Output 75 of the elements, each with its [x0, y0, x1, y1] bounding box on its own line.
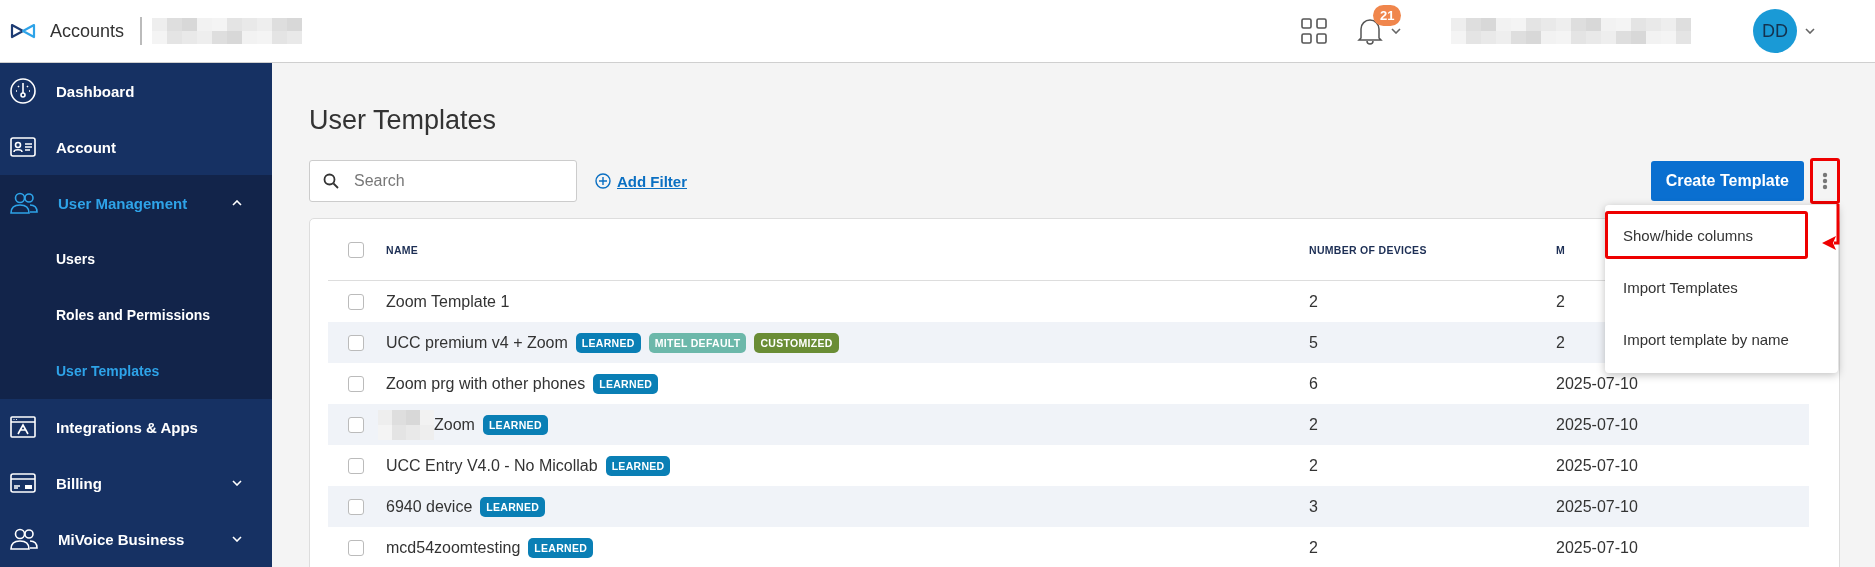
row-checkbox[interactable]: [348, 293, 364, 310]
id-card-icon: [10, 137, 36, 157]
plus-circle-icon: [595, 173, 611, 189]
nav-subitem[interactable]: Roles and Permissions: [0, 287, 272, 343]
create-template-button[interactable]: Create Template: [1650, 161, 1804, 201]
table-cell: 2025-07-10: [1556, 456, 1638, 475]
chevron-icon: [1805, 28, 1815, 34]
status-tag: CUSTOMIZED: [754, 332, 839, 353]
row-checkbox[interactable]: [348, 375, 364, 392]
template-name: UCC Entry V4.0 - No Micollab: [386, 456, 598, 475]
status-tag: MITEL DEFAULT: [648, 332, 747, 353]
template-name: Zoom prg with other phones: [386, 374, 586, 393]
table-cell: 2: [1556, 333, 1565, 352]
annotation-arrow: [1822, 204, 1840, 251]
device-count: 2: [1309, 538, 1318, 557]
more-options-button[interactable]: [1810, 158, 1840, 204]
search-icon: [323, 173, 339, 189]
nav-item[interactable]: User Management: [0, 175, 272, 231]
row-checkbox[interactable]: [348, 498, 364, 515]
status-tag: LEARNED: [605, 455, 671, 476]
add-filter-link[interactable]: Add Filter: [595, 172, 687, 190]
template-name: UCC premium v4 + Zoom: [386, 333, 568, 352]
status-tag: LEARNED: [482, 414, 548, 435]
column-header: NAME: [386, 243, 420, 256]
template-name: Zoom Template 1: [386, 292, 510, 311]
template-name: 6940 device: [386, 497, 473, 516]
menu-item[interactable]: Import Templates: [1605, 263, 1808, 311]
notification-count: 21: [1373, 5, 1402, 26]
device-count: 6: [1309, 374, 1318, 393]
users-icon: [10, 528, 38, 550]
template-name: Zoom: [434, 415, 475, 434]
status-tag: LEARNED: [575, 332, 641, 353]
device-count: 5: [1309, 333, 1318, 352]
nav-item[interactable]: Billing: [0, 455, 272, 511]
logo-icon: [10, 23, 36, 39]
row-checkbox[interactable]: [348, 457, 364, 474]
select-all-checkbox[interactable]: [348, 241, 364, 258]
app-name: Accounts: [50, 20, 125, 42]
device-count: 2: [1309, 415, 1318, 434]
nav-item[interactable]: MiVoice Business: [0, 511, 272, 567]
device-count: 2: [1309, 292, 1318, 311]
nav-item[interactable]: Integrations & Apps: [0, 399, 272, 455]
menu-item[interactable]: Show/hide columns: [1605, 211, 1808, 259]
table-cell: 2025-07-10: [1556, 538, 1638, 557]
status-tag: LEARNED: [593, 373, 659, 394]
status-tag: LEARNED: [528, 537, 594, 558]
nav-subitem[interactable]: User Templates: [0, 343, 272, 399]
row-checkbox[interactable]: [348, 416, 364, 433]
table-cell: 2025-07-10: [1556, 374, 1638, 393]
card-icon: [10, 473, 36, 493]
row-checkbox[interactable]: [348, 539, 364, 556]
nav-subitem[interactable]: Users: [0, 231, 272, 287]
users-icon: [10, 192, 38, 214]
app-grid-icon[interactable]: [1301, 18, 1327, 44]
table-cell: 2025-07-10: [1556, 497, 1638, 516]
gauge-icon: [10, 78, 36, 104]
user-menu-button[interactable]: DD: [1753, 9, 1815, 53]
search-field[interactable]: Search: [309, 160, 577, 202]
app-window-icon: [10, 416, 36, 438]
menu-item[interactable]: Import template by name: [1605, 315, 1808, 363]
kebab-icon: [1822, 172, 1828, 190]
template-name: mcd54zoomtesting: [386, 538, 521, 557]
column-header: M: [1556, 243, 1567, 256]
device-count: 3: [1309, 497, 1318, 516]
device-count: 2: [1309, 456, 1318, 475]
nav-item[interactable]: Account: [0, 119, 272, 175]
row-checkbox[interactable]: [348, 334, 364, 351]
page-title: User Templates: [309, 105, 498, 136]
status-tag: LEARNED: [480, 496, 546, 517]
nav-item[interactable]: Dashboard: [0, 63, 272, 119]
avatar: DD: [1753, 9, 1797, 53]
table-cell: 2025-07-10: [1556, 415, 1638, 434]
chevron-icon: [1391, 28, 1401, 34]
table-cell: 2: [1556, 292, 1565, 311]
column-header: NUMBER OF DEVICES: [1309, 243, 1428, 256]
